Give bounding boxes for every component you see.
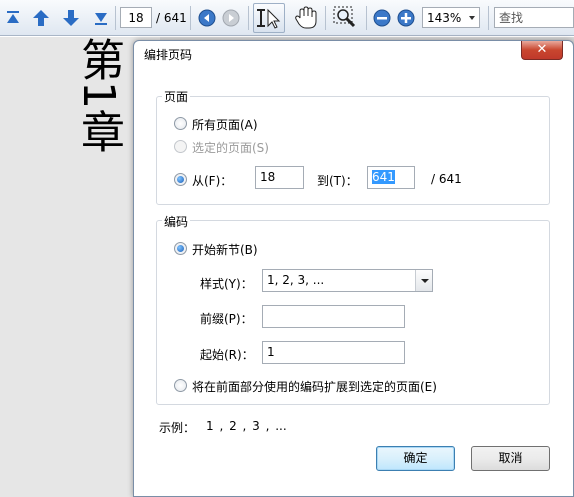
number-style-value: 1, 2, 3, ...: [267, 273, 325, 287]
toolbar: / 641 143%: [0, 0, 574, 36]
page-total: / 641: [156, 11, 187, 25]
forward-icon[interactable]: [220, 7, 242, 29]
zoom-level-dropdown[interactable]: 143%: [422, 7, 480, 28]
zoom-in-icon[interactable]: [395, 7, 417, 29]
prefix-label: 前缀(P)：: [200, 312, 253, 326]
select-tool-icon[interactable]: [253, 3, 285, 33]
search-input[interactable]: [494, 7, 574, 28]
dialog-title: 编排页码: [144, 48, 193, 62]
from-page-input[interactable]: 18: [255, 166, 304, 189]
chevron-down-icon: [469, 16, 475, 20]
toolbar-separator: [248, 6, 249, 30]
chapter-heading: 第1章: [73, 37, 124, 153]
selected-pages-label[interactable]: 选定的页面(S): [192, 139, 269, 156]
page-number-input[interactable]: [120, 7, 152, 28]
chevron-down-icon: [415, 270, 432, 291]
extend-numbering-label[interactable]: 将在前面部分使用的编码扩展到选定的页面(E): [192, 378, 437, 395]
cancel-button[interactable]: 取消: [471, 446, 550, 471]
page-range-radio[interactable]: [174, 173, 187, 186]
toolbar-separator: [488, 6, 489, 30]
to-label: 到(T)：: [317, 174, 358, 188]
page-numbering-dialog: 编排页码 ✕ 页面 所有页面(A) 选定的页面(S) 从(F)： 18 到(T)…: [133, 40, 574, 497]
example-label: 示例：: [159, 421, 196, 435]
start-number-value: 1: [267, 345, 275, 359]
prefix-input[interactable]: [262, 305, 405, 328]
zoom-out-icon[interactable]: [371, 7, 393, 29]
style-label: 样式(Y)：: [200, 277, 253, 291]
close-button[interactable]: ✕: [521, 41, 563, 60]
last-page-icon[interactable]: [90, 7, 112, 29]
number-style-dropdown[interactable]: 1, 2, 3, ...: [262, 269, 433, 292]
close-icon: ✕: [536, 42, 548, 57]
all-pages-radio[interactable]: [174, 117, 187, 130]
start-number-input[interactable]: 1: [262, 341, 405, 364]
new-section-label[interactable]: 开始新节(B): [192, 241, 258, 258]
page-total-label: / 641: [431, 172, 462, 186]
zoom-level-value: 143%: [427, 11, 462, 25]
extend-numbering-radio[interactable]: [174, 379, 187, 392]
all-pages-label[interactable]: 所有页面(A): [192, 116, 258, 133]
from-label: 从(F)：: [192, 174, 233, 188]
toolbar-separator: [115, 6, 116, 30]
from-page-value: 18: [260, 170, 276, 184]
selected-pages-radio[interactable]: [174, 140, 187, 153]
to-page-value: 641: [372, 170, 395, 184]
toolbar-separator: [190, 6, 191, 30]
pages-group-label: 页面: [162, 88, 191, 105]
new-section-radio[interactable]: [174, 242, 187, 255]
prev-page-icon[interactable]: [30, 7, 52, 29]
toolbar-separator: [366, 6, 367, 30]
first-page-icon[interactable]: [2, 7, 24, 29]
hand-tool-icon[interactable]: [293, 5, 319, 31]
to-page-input[interactable]: 641: [367, 166, 415, 189]
start-label: 起始(R)：: [200, 348, 254, 362]
numbering-group-label: 编码: [162, 213, 191, 230]
zoom-tool-icon[interactable]: [331, 4, 359, 32]
toolbar-separator: [325, 6, 326, 30]
next-page-icon[interactable]: [60, 7, 82, 29]
ok-button[interactable]: 确定: [376, 446, 455, 471]
example-value: 1 , 2 , 3 , ...: [206, 419, 287, 433]
back-icon[interactable]: [196, 7, 218, 29]
